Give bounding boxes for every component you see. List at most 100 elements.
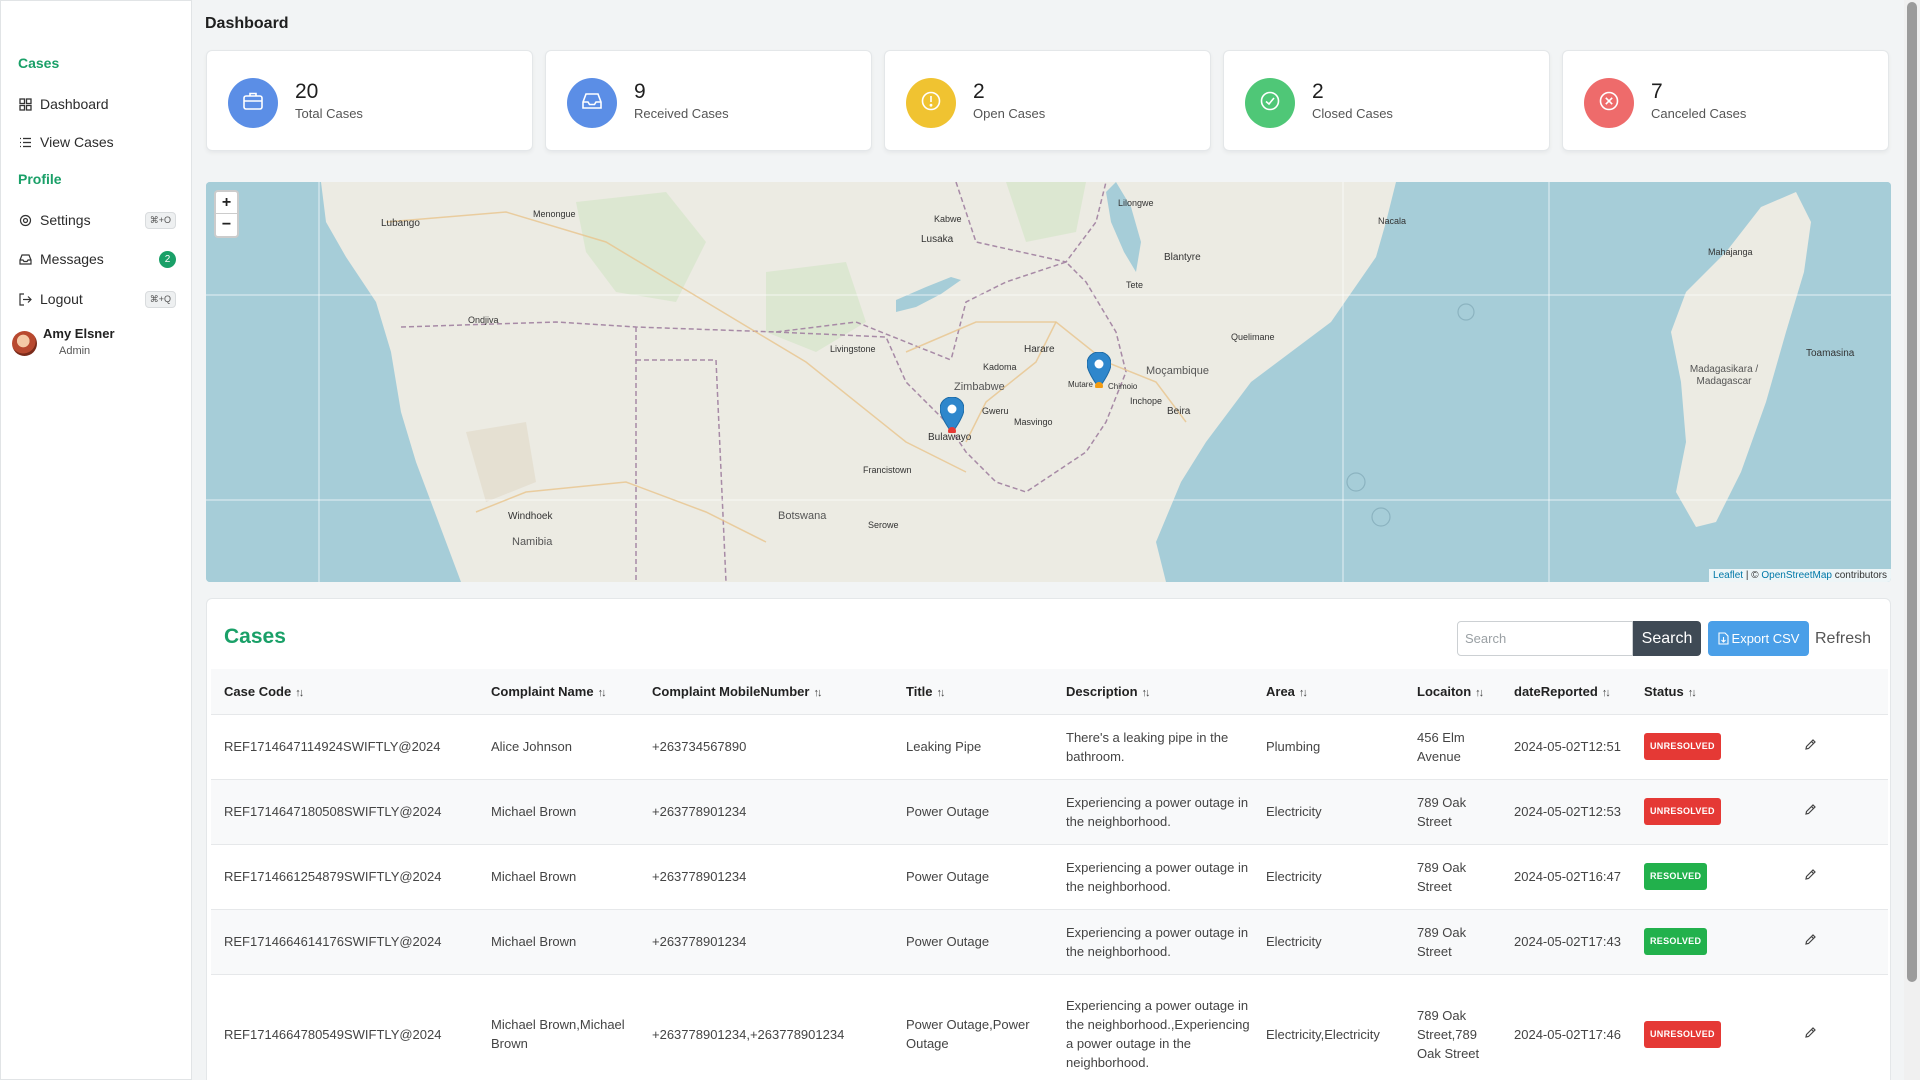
cell-actions [1791, 974, 1888, 1080]
status-badge: UNRESOLVED [1644, 733, 1721, 760]
cell-date: 2024-05-02T17:46 [1514, 1026, 1621, 1042]
column-header[interactable]: Area ↑↓ [1253, 669, 1404, 714]
search-button[interactable]: Search [1633, 621, 1701, 656]
stat-label: Closed Cases [1312, 106, 1393, 121]
table-row[interactable]: REF1714664614176SWIFTLY@2024 Michael Brow… [211, 909, 1888, 974]
avatar [12, 331, 37, 356]
map-label: Chimoio [1108, 382, 1138, 391]
osm-link[interactable]: OpenStreetMap [1761, 570, 1832, 581]
map-label: Kadoma [983, 362, 1017, 372]
cell-description: Experiencing a power outage in the neigh… [1066, 998, 1250, 1071]
cell-title: Leaking Pipe [906, 739, 982, 754]
sidebar-item-messages[interactable]: Messages 2 [18, 246, 176, 272]
export-csv-label: Export CSV [1731, 631, 1800, 646]
map-label: Kabwe [934, 214, 962, 224]
stat-icon-circle [1584, 78, 1634, 128]
sidebar-item-view-cases[interactable]: View Cases [18, 129, 176, 155]
column-header[interactable]: Description ↑↓ [1053, 669, 1253, 714]
cases-panel: Cases Search Export CSV Refresh Case Cod… [206, 598, 1891, 1080]
column-header[interactable]: Status ↑↓ [1631, 669, 1791, 714]
table-row[interactable]: REF1714661254879SWIFTLY@2024 Michael Brow… [211, 844, 1888, 909]
cell-code: REF1714647180508SWIFTLY@2024 [224, 804, 442, 819]
status-badge: RESOLVED [1644, 863, 1708, 890]
stat-icon-circle [567, 78, 617, 128]
sidebar-item-logout[interactable]: Logout ⌘+Q [18, 286, 176, 312]
cell-mobile: +263778901234 [652, 934, 747, 949]
cell-mobile: +263778901234 [652, 869, 747, 884]
column-header[interactable]: dateReported ↑↓ [1501, 669, 1631, 714]
cell-area: Electricity [1266, 804, 1322, 819]
cell-date: 2024-05-02T12:53 [1514, 804, 1621, 819]
cell-location: 789 Oak Street [1417, 859, 1467, 894]
cases-table: Case Code ↑↓ Complaint Name ↑↓ Complaint M… [211, 669, 1888, 1080]
cell-actions [1791, 909, 1888, 974]
sidebar-item-label: Settings [40, 212, 91, 228]
map-label: Lubango [381, 218, 420, 229]
table-row[interactable]: REF1714647114924SWIFTLY@2024 Alice Johnso… [211, 714, 1888, 779]
sort-icon: ↑↓ [1298, 686, 1308, 699]
edit-icon[interactable] [1804, 1026, 1817, 1039]
sidebar-item-dashboard[interactable]: Dashboard [18, 91, 176, 117]
stat-value: 9 [634, 80, 646, 103]
sort-icon: ↑↓ [295, 686, 304, 699]
sign-out-icon [18, 292, 32, 306]
check-circle-icon [1260, 91, 1280, 116]
table-row[interactable]: REF1714647180508SWIFTLY@2024 Michael Brow… [211, 779, 1888, 844]
map-label: Lusaka [921, 234, 954, 245]
cell-area: Electricity,Electricity [1266, 1026, 1380, 1042]
user-name: Amy Elsner [43, 326, 115, 341]
cell-title: Power Outage [906, 804, 990, 819]
times-circle-icon [1599, 91, 1619, 116]
stat-value: 20 [295, 80, 319, 103]
map-marker[interactable] [1086, 351, 1112, 393]
edit-icon[interactable] [1804, 738, 1817, 751]
zoom-in-button[interactable]: + [216, 192, 237, 214]
leaflet-link[interactable]: Leaflet [1713, 570, 1743, 581]
zoom-control: + − [214, 190, 239, 238]
sidebar: Cases Dashboard View Cases Profile Setti… [0, 0, 192, 1080]
cell-mobile: +263778901234 [652, 804, 747, 819]
refresh-button[interactable]: Refresh [1815, 621, 1871, 656]
column-header[interactable]: Complaint MobileNumber ↑↓ [639, 669, 893, 714]
zoom-out-button[interactable]: − [216, 214, 237, 236]
cell-code: REF1714661254879SWIFTLY@2024 [224, 869, 442, 884]
cell-description: Experiencing a power outage in the neigh… [1066, 859, 1249, 894]
stat-card-open: 2 Open Cases [884, 50, 1211, 151]
exclamation-circle-icon [921, 91, 941, 116]
edit-icon[interactable] [1804, 933, 1817, 946]
sidebar-item-label: View Cases [40, 134, 114, 150]
map-marker[interactable] [939, 396, 965, 438]
map-label: Zimbabwe [954, 381, 1005, 393]
column-header[interactable]: Complaint Name ↑↓ [478, 669, 639, 714]
sidebar-item-settings[interactable]: Settings ⌘+O [18, 207, 176, 233]
stat-value: 2 [1312, 80, 1324, 103]
cell-area: Electricity [1266, 934, 1322, 949]
column-header[interactable]: Case Code ↑↓ [211, 669, 478, 714]
cell-name: Michael Brown [491, 804, 577, 819]
export-csv-button[interactable]: Export CSV [1708, 621, 1809, 656]
map-label: Moçambique [1146, 365, 1209, 377]
sidebar-item-label: Messages [40, 251, 104, 267]
attribution-suffix: contributors [1834, 570, 1887, 581]
sort-icon: ↑↓ [1687, 686, 1697, 699]
stat-label: Open Cases [973, 106, 1046, 121]
column-header[interactable]: Title ↑↓ [893, 669, 1053, 714]
stat-value: 2 [973, 80, 985, 103]
map-label: Beira [1167, 406, 1191, 417]
map[interactable]: Lubango Menongue Ondjiva Windhoek Namibi… [206, 182, 1891, 582]
scrollbar-thumb[interactable] [1907, 2, 1917, 982]
cell-actions [1791, 844, 1888, 909]
map-label: Livingstone [830, 344, 876, 354]
page-scrollbar[interactable] [1904, 0, 1920, 1080]
user-profile[interactable]: Amy Elsner Admin [12, 326, 115, 357]
status-badge: UNRESOLVED [1644, 798, 1721, 825]
stat-card-received: 9 Received Cases [545, 50, 872, 151]
cell-code: REF1714664614176SWIFTLY@2024 [224, 934, 442, 949]
cell-title: Power Outage [906, 934, 990, 949]
column-header[interactable]: Locaiton ↑↓ [1404, 669, 1501, 714]
table-row[interactable]: REF1714664780549SWIFTLY@2024 Michael Brow… [211, 974, 1888, 1080]
shortcut-badge: ⌘+O [144, 211, 176, 229]
edit-icon[interactable] [1804, 868, 1817, 881]
edit-icon[interactable] [1804, 803, 1817, 816]
search-input[interactable] [1457, 621, 1633, 656]
